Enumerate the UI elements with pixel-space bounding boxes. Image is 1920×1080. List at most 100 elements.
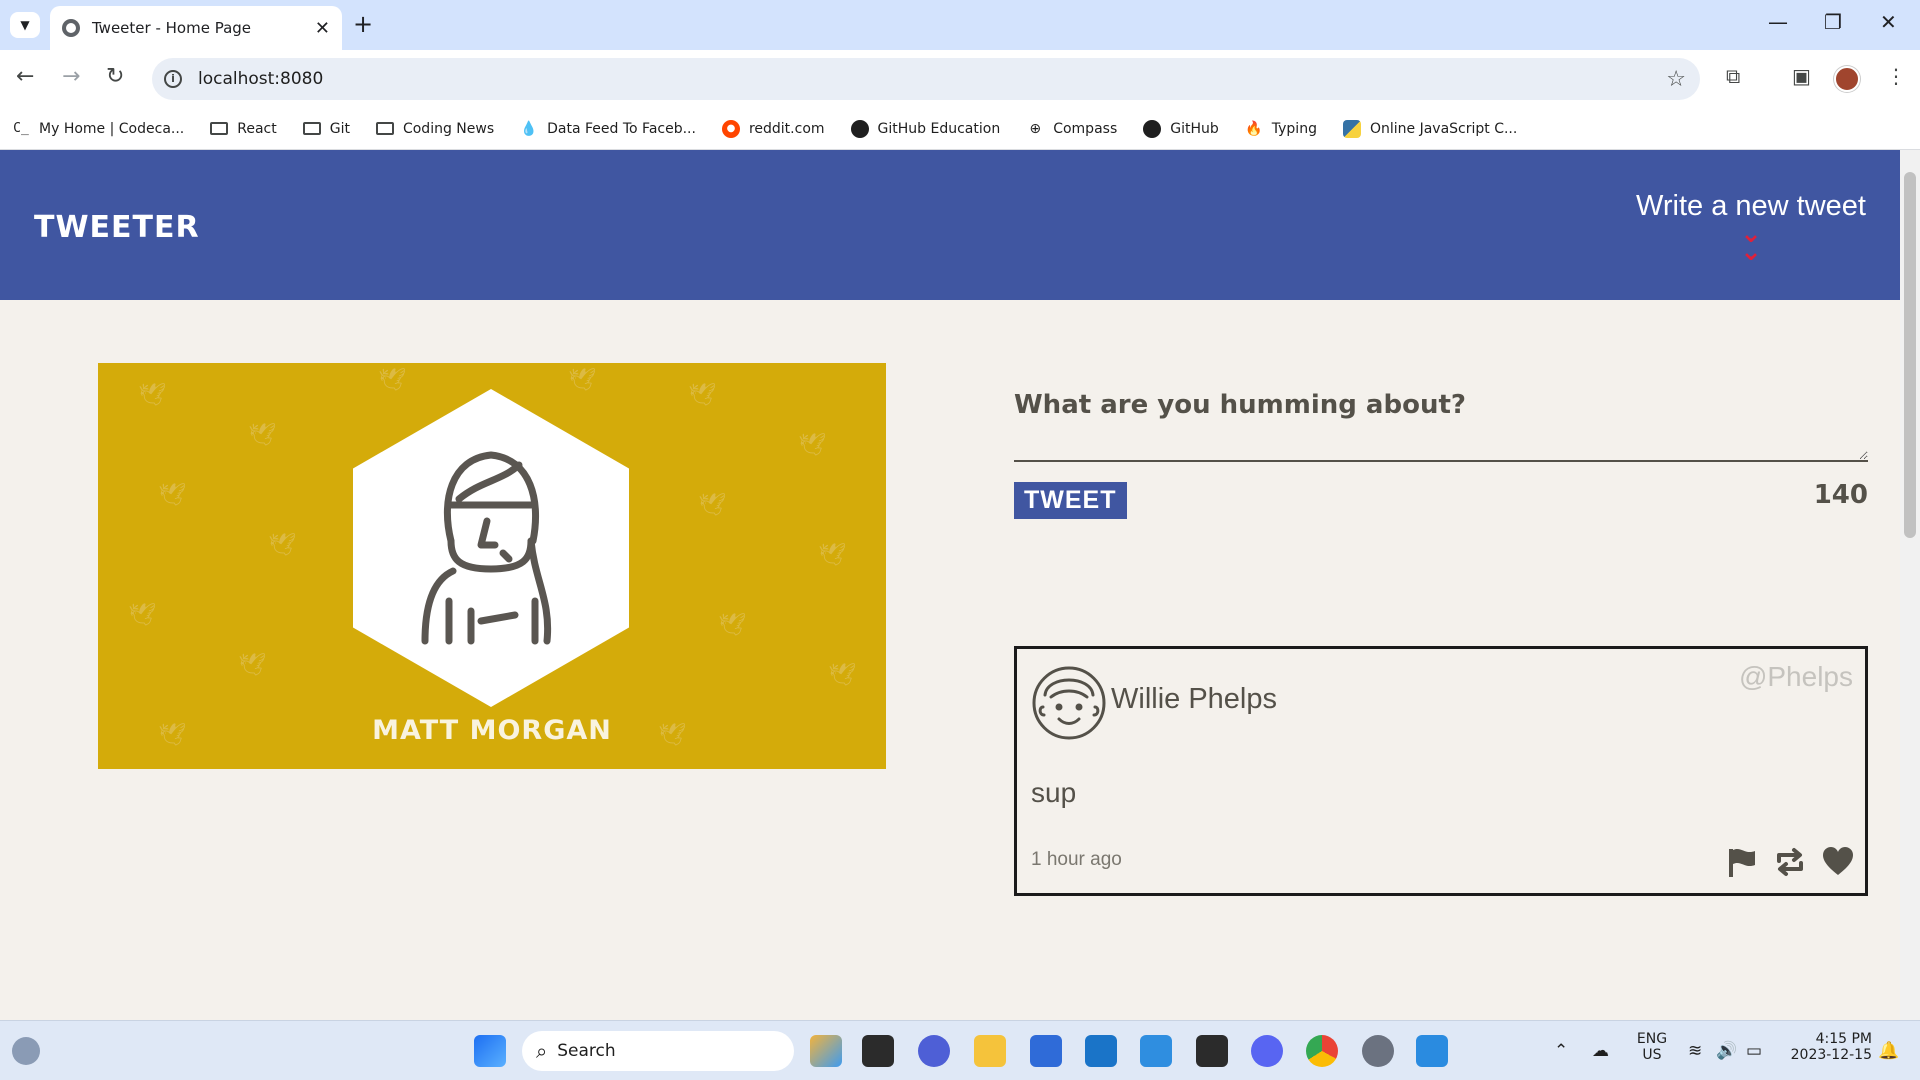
retweet-icon[interactable] bbox=[1773, 845, 1807, 879]
notification-bell-icon[interactable]: 🔔 bbox=[1878, 1041, 1899, 1061]
tweet-body: sup bbox=[1031, 777, 1077, 808]
bookmark-codecademy[interactable]: C_ My Home | Codeca... bbox=[12, 121, 184, 137]
new-tab-icon[interactable]: + bbox=[353, 10, 373, 38]
bookmark-label: Compass bbox=[1053, 120, 1118, 137]
url-text: localhost:8080 bbox=[198, 69, 324, 89]
dell-icon[interactable] bbox=[1085, 1035, 1117, 1067]
language-code: ENG bbox=[1636, 1031, 1668, 1047]
reload-icon[interactable]: ↻ bbox=[106, 64, 124, 89]
bookmark-label: React bbox=[237, 120, 277, 137]
copilot-icon[interactable] bbox=[810, 1035, 842, 1067]
teams-chat-icon[interactable] bbox=[918, 1035, 950, 1067]
address-bar[interactable]: i localhost:8080 ☆ bbox=[152, 58, 1700, 100]
bookmark-reddit[interactable]: ● reddit.com bbox=[721, 119, 825, 138]
keyboard-region: US bbox=[1642, 1047, 1662, 1063]
site-info-icon[interactable]: i bbox=[164, 70, 182, 88]
double-chevron-down-icon[interactable]: ⌄ ⌄ bbox=[1636, 221, 1866, 265]
chevron-down-icon: ▼ bbox=[20, 18, 30, 32]
flag-icon[interactable] bbox=[1725, 845, 1759, 879]
bird-pattern-icon: 🕊 bbox=[238, 653, 266, 678]
tweet-actions bbox=[1725, 845, 1855, 879]
tab-search-button[interactable]: ▼ bbox=[10, 12, 40, 38]
profile-name: MATT MORGAN bbox=[372, 715, 612, 746]
close-tab-icon[interactable]: ✕ bbox=[315, 18, 330, 39]
page-viewport: TWEETER Write a new tweet ⌄ ⌄ 🕊 🕊 🕊 🕊 🕊 🕊… bbox=[0, 150, 1900, 1020]
menu-kebab-icon[interactable]: ⋮ bbox=[1886, 64, 1906, 88]
clock[interactable]: 4:15 PM 2023-12-15 bbox=[1782, 1031, 1872, 1063]
chevron-up-icon[interactable]: ⌃ bbox=[1554, 1041, 1568, 1061]
bird-pattern-icon: 🕊 bbox=[688, 383, 716, 408]
profile-card: 🕊 🕊 🕊 🕊 🕊 🕊 🕊 🕊 🕊 🕊 🕊 🕊 🕊 🕊 🕊 🕊 MATT MOR… bbox=[98, 363, 886, 769]
bookmark-label: Data Feed To Faceb... bbox=[547, 120, 696, 137]
typing-icon: 🔥 bbox=[1245, 120, 1263, 137]
bookmark-star-icon[interactable]: ☆ bbox=[1666, 67, 1686, 92]
bookmark-compass[interactable]: ⊕ Compass bbox=[1026, 121, 1117, 137]
restore-icon[interactable]: ❐ bbox=[1824, 10, 1842, 34]
codecademy-icon: C_ bbox=[13, 120, 29, 136]
github-icon bbox=[850, 119, 869, 138]
vscode-icon[interactable] bbox=[1140, 1035, 1172, 1067]
tweet-author-name: Willie Phelps bbox=[1111, 683, 1277, 715]
composer-prompt: What are you humming about? bbox=[1014, 390, 1466, 420]
chrome-icon[interactable] bbox=[1306, 1035, 1338, 1067]
bookmark-data-feed[interactable]: 💧 Data Feed To Faceb... bbox=[520, 121, 696, 137]
photos-icon[interactable] bbox=[1416, 1035, 1448, 1067]
bird-pattern-icon: 🕊 bbox=[698, 493, 726, 518]
brand-logo: TWEETER bbox=[34, 210, 200, 245]
bookmark-label: Typing bbox=[1271, 120, 1317, 137]
tab-title: Tweeter - Home Page bbox=[92, 19, 252, 37]
back-arrow-icon[interactable]: ← bbox=[16, 64, 34, 89]
folder-icon bbox=[375, 122, 394, 135]
write-new-tweet-toggle[interactable]: Write a new tweet ⌄ ⌄ bbox=[1636, 190, 1866, 265]
globe-icon bbox=[62, 19, 80, 37]
bookmark-folder-git[interactable]: Git bbox=[302, 121, 350, 137]
browser-tab[interactable]: Tweeter - Home Page ✕ bbox=[50, 6, 342, 50]
tweet-submit-button[interactable]: TWEET bbox=[1014, 482, 1127, 519]
character-counter: 140 bbox=[1813, 480, 1868, 510]
profile-avatar[interactable] bbox=[1834, 66, 1860, 92]
minimize-icon[interactable]: — bbox=[1768, 10, 1788, 34]
bookmark-label: Online JavaScript C... bbox=[1369, 120, 1518, 137]
terminal-icon[interactable] bbox=[1196, 1035, 1228, 1067]
bookmark-online-js[interactable]: Online JavaScript C... bbox=[1342, 119, 1518, 138]
onedrive-icon[interactable]: ☁ bbox=[1592, 1041, 1609, 1061]
discord-icon[interactable] bbox=[1251, 1035, 1283, 1067]
bookmark-label: reddit.com bbox=[748, 120, 825, 137]
side-panel-icon[interactable]: ▣ bbox=[1792, 64, 1811, 88]
heart-icon[interactable] bbox=[1821, 845, 1855, 879]
bookmark-folder-react[interactable]: React bbox=[210, 120, 277, 137]
bookmark-label: My Home | Codeca... bbox=[39, 120, 185, 137]
taskbar-search[interactable]: ⌕ Search bbox=[522, 1031, 794, 1071]
folder-icon bbox=[210, 122, 229, 135]
wifi-icon[interactable]: ≋ bbox=[1688, 1041, 1702, 1061]
tweet-card: Willie Phelps @Phelps sup 1 hour ago bbox=[1014, 646, 1868, 896]
compass-icon: ⊕ bbox=[1029, 120, 1042, 137]
github-icon bbox=[1143, 119, 1162, 138]
volume-icon[interactable]: 🔊 bbox=[1716, 1041, 1737, 1061]
bookmark-typing[interactable]: 🔥 Typing bbox=[1245, 121, 1317, 137]
bird-pattern-icon: 🕊 bbox=[818, 543, 846, 568]
browser-toolbar: ← → ↻ i localhost:8080 ☆ ⧉ ▣ ⋮ bbox=[0, 50, 1920, 108]
extensions-icon[interactable]: ⧉ bbox=[1726, 64, 1740, 88]
bookmark-folder-coding-news[interactable]: Coding News bbox=[375, 120, 495, 137]
tweet-textarea[interactable] bbox=[1014, 450, 1868, 462]
bookmark-github[interactable]: GitHub bbox=[1143, 119, 1219, 138]
file-explorer-icon[interactable] bbox=[974, 1035, 1006, 1067]
widgets-icon[interactable] bbox=[12, 1037, 40, 1065]
battery-icon[interactable]: ▭ bbox=[1746, 1041, 1762, 1061]
store-icon[interactable] bbox=[1030, 1035, 1062, 1067]
windows-start-icon[interactable] bbox=[474, 1035, 506, 1067]
new-tweet-composer: What are you humming about? TWEET 140 bbox=[1014, 390, 1868, 519]
scrollbar-thumb[interactable] bbox=[1904, 172, 1916, 538]
language-indicator[interactable]: ENG US bbox=[1632, 1031, 1672, 1063]
bookmark-github-education[interactable]: GitHub Education bbox=[850, 119, 1000, 138]
clock-date: 2023-12-15 bbox=[1790, 1047, 1872, 1063]
bird-pattern-icon: 🕊 bbox=[138, 383, 166, 408]
settings-gear-icon[interactable] bbox=[1362, 1035, 1394, 1067]
bookmark-label: GitHub bbox=[1170, 120, 1219, 137]
reddit-icon: ● bbox=[721, 119, 740, 138]
window-close-icon[interactable]: ✕ bbox=[1880, 10, 1897, 34]
forward-arrow-icon[interactable]: → bbox=[62, 64, 80, 89]
task-view-icon[interactable] bbox=[862, 1035, 894, 1067]
bookmark-label: Coding News bbox=[402, 120, 495, 137]
